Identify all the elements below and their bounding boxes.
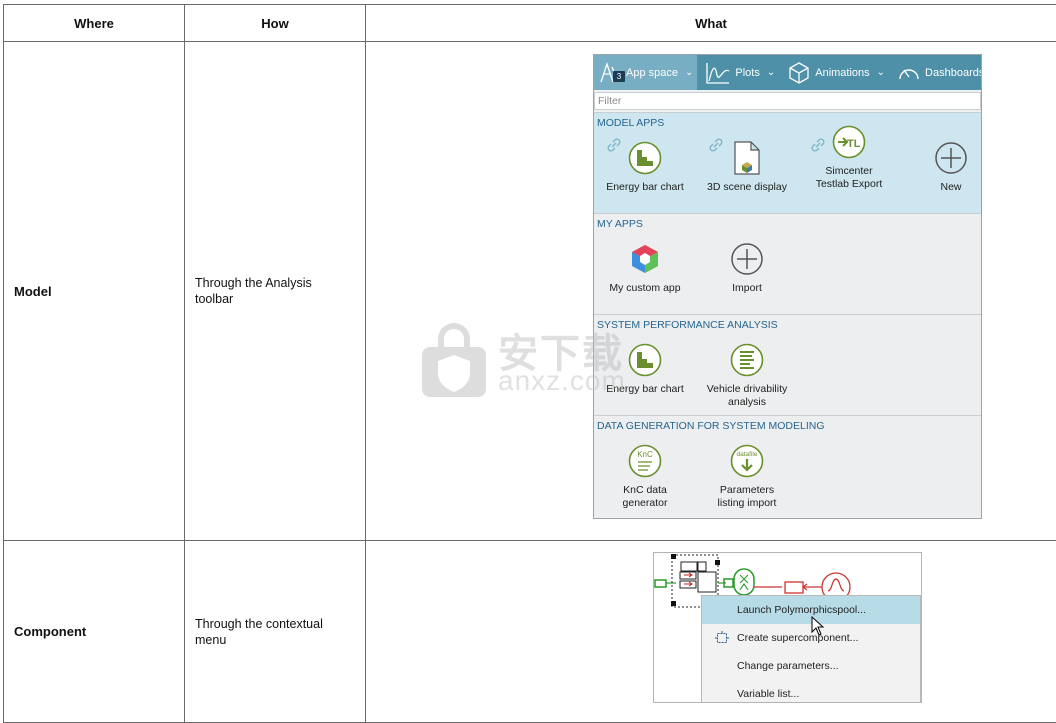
plots-icon [705,61,731,85]
header-how: How [185,5,366,42]
app-label: KnC data generator [615,484,675,510]
section-title: SYSTEM PERFORMANCE ANALYSIS [597,319,778,331]
menu-item-change-parameters[interactable]: Change parameters... [702,652,920,680]
tab-dashboards[interactable]: Dashboards [893,55,982,90]
plus-circle-icon [934,141,968,175]
section-system-performance: SYSTEM PERFORMANCE ANALYSIS Energy bar c… [594,314,981,415]
tab-plots[interactable]: Plots ⌄ [701,55,779,90]
analysis-toolbar: 3 App space ⌄ Plots ⌄ Animations ⌄ [594,55,981,90]
section-title: DATA GENERATION FOR SYSTEM MODELING [597,420,825,432]
chevron-down-icon[interactable]: ⌄ [685,67,693,78]
app-label: Parameters listing import [707,484,787,510]
how-cell: Through the Analysis toolbar [185,42,366,541]
scene-file-icon [732,141,762,175]
app-label: Energy bar chart [594,181,696,194]
where-cell: Component [4,541,185,723]
app-label: Import [696,282,798,295]
tab-label: Dashboards [925,67,982,79]
icon-text: KnC [637,450,653,459]
header-what: What [366,5,1056,42]
new-app-button[interactable]: New [900,139,982,194]
section-model-apps: MODEL APPS Energy bar chart 3D scene dis… [594,112,981,213]
app-label: 3D scene display [696,181,798,194]
chevron-down-icon[interactable]: ⌄ [877,67,885,78]
table-row: Component Through the contextual menu [4,541,1056,723]
import-app-button[interactable]: Import [696,240,798,295]
app-my-custom-app[interactable]: My custom app [594,240,696,295]
section-my-apps: MY APPS My custom app Import [594,213,981,314]
app-panel: 3 App space ⌄ Plots ⌄ Animations ⌄ [593,54,982,519]
app-knc-data-generator[interactable]: KnC KnC data generator [594,442,696,510]
tab-app-space[interactable]: 3 App space ⌄ [594,55,697,90]
plus-circle-icon [730,242,764,276]
app-parameters-listing-import[interactable]: datafile Parameters listing import [696,442,798,510]
testlab-export-icon: TL [832,125,866,159]
animations-icon [787,61,811,85]
tab-label: App space [626,67,678,79]
cube-icon [628,242,662,276]
component-sketch: Launch Polymorphicspool... Create superc… [653,552,922,703]
app-label: Simcenter Testlab Export [808,165,890,191]
app-count-badge: 3 [613,71,625,82]
app-label: My custom app [594,282,696,295]
icon-text: TL [847,138,861,150]
context-menu: Launch Polymorphicspool... Create superc… [701,595,921,703]
app-testlab-export[interactable]: TL Simcenter Testlab Export [798,123,900,191]
app-label: New [900,181,982,194]
shield-lock-icon [418,317,490,401]
app-label: Vehicle drivability analysis [702,383,792,409]
how-text: Through the Analysis toolbar [195,275,325,307]
supercomponent-icon [715,631,729,645]
tab-label: Animations [815,67,869,79]
section-data-generation: DATA GENERATION FOR SYSTEM MODELING KnC … [594,415,981,516]
menu-item-label: Launch Polymorphicspool... [737,604,866,616]
mouse-cursor-icon [811,616,825,636]
chevron-down-icon[interactable]: ⌄ [767,67,775,78]
what-cell: Launch Polymorphicspool... Create superc… [366,541,1056,723]
how-cell: Through the contextual menu [185,541,366,723]
app-vehicle-drivability[interactable]: Vehicle drivability analysis [696,341,798,409]
menu-item-label: Variable list... [737,688,799,700]
menu-item-label: Create supercomponent... [737,632,858,644]
filter-input[interactable]: Filter [594,92,981,110]
app-label: Energy bar chart [594,383,696,396]
app-energy-bar-chart[interactable]: Energy bar chart [594,139,696,194]
where-cell: Model [4,42,185,541]
app-3d-scene-display[interactable]: 3D scene display [696,139,798,194]
tab-label: Plots [735,67,759,79]
what-cell: 3 App space ⌄ Plots ⌄ Animations ⌄ [366,42,1056,541]
datafile-icon: datafile [730,444,764,478]
app-energy-bar-chart[interactable]: Energy bar chart [594,341,696,396]
how-text: Through the contextual menu [195,616,335,648]
tab-animations[interactable]: Animations ⌄ [783,55,889,90]
header-where: Where [4,5,185,42]
menu-item-variable-list[interactable]: Variable list... [702,680,920,703]
section-title: MODEL APPS [597,117,664,129]
doc-table: Where How What Model Through the Analysi… [3,4,1056,723]
menu-item-label: Change parameters... [737,660,839,672]
knc-icon: KnC [628,444,662,478]
bar-chart-icon [628,343,662,377]
dashboards-icon [897,61,921,85]
table-row: Model Through the Analysis toolbar 3 App… [4,42,1056,541]
icon-text: datafile [737,451,758,458]
bar-chart-icon [628,141,662,175]
section-title: MY APPS [597,218,643,230]
list-report-icon [730,343,764,377]
